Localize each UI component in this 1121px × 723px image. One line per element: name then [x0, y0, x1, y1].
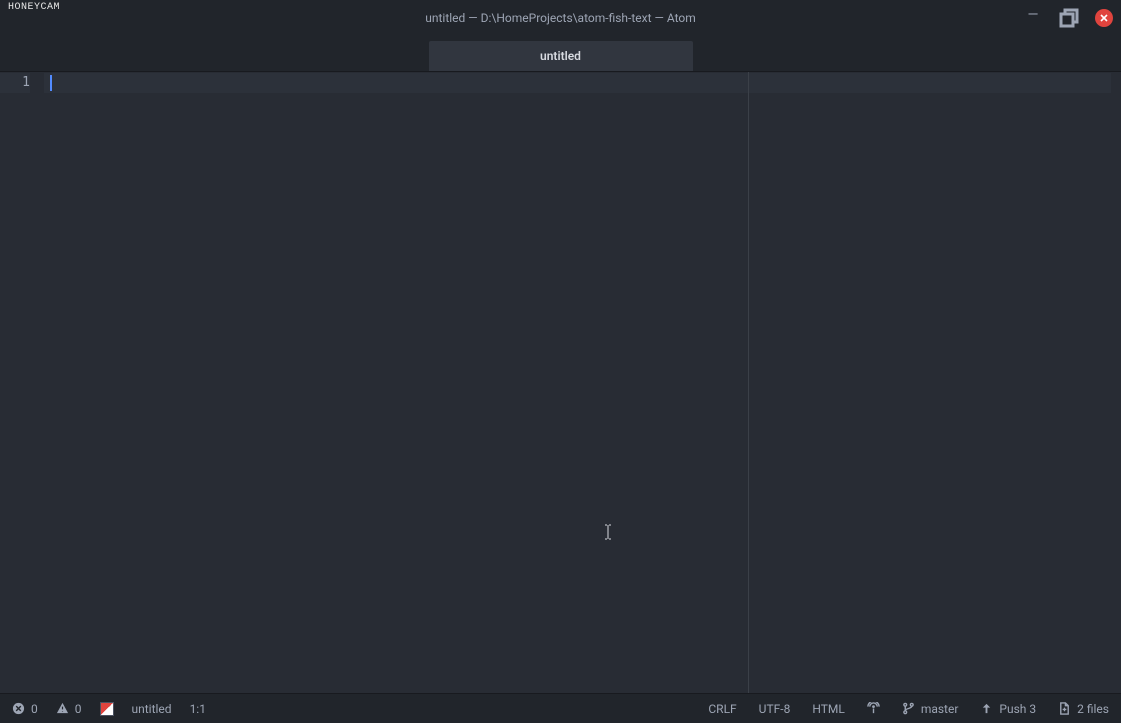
maximize-icon[interactable] — [1059, 8, 1079, 28]
git-files[interactable]: 2 files — [1058, 702, 1109, 716]
window-title: untitled — D:\HomeProjects\atom-fish-tex… — [425, 11, 696, 25]
tab-untitled[interactable]: untitled — [429, 41, 693, 71]
editor-content[interactable] — [44, 72, 1121, 693]
close-icon[interactable] — [1095, 9, 1113, 27]
minimize-icon[interactable]: — — [1023, 5, 1043, 25]
filename-label[interactable]: untitled — [132, 702, 172, 716]
github-status[interactable] — [867, 702, 880, 715]
ibeam-cursor-icon — [604, 524, 612, 544]
window-controls: — — [1023, 0, 1113, 36]
editor-area[interactable]: 1 — [0, 72, 1121, 693]
git-branch[interactable]: master — [902, 702, 959, 716]
errors-count: 0 — [31, 702, 38, 716]
tab-bar: untitled — [0, 36, 1121, 72]
encoding-selector[interactable]: UTF-8 — [759, 702, 791, 716]
diagnostics-warnings[interactable]: 0 — [56, 702, 82, 716]
active-line-highlight — [44, 73, 1111, 93]
gutter: 1 — [0, 72, 44, 693]
watermark-label: HONEYCAM — [8, 2, 60, 13]
file-icon — [1058, 702, 1071, 715]
git-branch-icon — [902, 702, 915, 715]
warnings-count: 0 — [75, 702, 82, 716]
status-bar: 0 0 untitled 1:1 CRLF UTF-8 HTML — [0, 693, 1121, 723]
color-picker-button[interactable] — [100, 702, 114, 716]
color-swatch-icon — [100, 702, 114, 716]
cursor-position[interactable]: 1:1 — [190, 702, 206, 716]
tab-label: untitled — [540, 49, 581, 63]
line-ending-selector[interactable]: CRLF — [708, 702, 736, 716]
warning-icon — [56, 702, 69, 715]
wrap-guide — [748, 72, 749, 693]
grammar-selector[interactable]: HTML — [812, 702, 845, 716]
git-push[interactable]: Push 3 — [980, 702, 1036, 716]
arrow-up-icon — [980, 702, 993, 715]
error-icon — [12, 702, 25, 715]
text-cursor — [50, 75, 52, 91]
title-bar: untitled — D:\HomeProjects\atom-fish-tex… — [0, 0, 1121, 36]
diagnostics-errors[interactable]: 0 — [12, 702, 38, 716]
line-number[interactable]: 1 — [0, 73, 30, 93]
broadcast-icon — [867, 702, 880, 715]
